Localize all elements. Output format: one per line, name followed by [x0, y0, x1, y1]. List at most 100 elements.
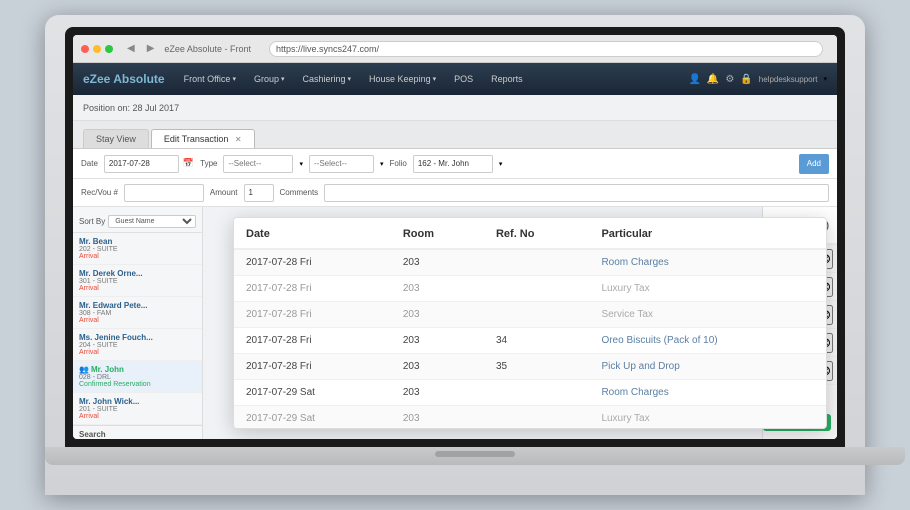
guest-name: Ms. Jenine Fouch... [79, 333, 196, 342]
cell-particular: Luxury Tax [589, 406, 826, 430]
nav-reports[interactable]: Reports [486, 72, 528, 86]
cell-particular: Oreo Biscuits (Pack of 10) [589, 328, 826, 354]
amount-input[interactable] [244, 184, 274, 202]
table-row[interactable]: 2017-07-28 Fri 203 Room Charges [234, 249, 826, 276]
table-header-row: Date Room Ref. No Particular [234, 218, 826, 249]
back-button[interactable]: ◀ [123, 42, 139, 55]
transaction-table: Date Room Ref. No Particular 2017-07-28 … [234, 218, 826, 429]
cell-date: 2017-07-28 Fri [234, 328, 391, 354]
nav-housekeeping[interactable]: House Keeping ▾ [364, 72, 441, 86]
col-particular: Particular [589, 218, 826, 249]
folio-input[interactable] [413, 155, 493, 173]
cell-refno [484, 380, 589, 406]
cell-date: 2017-07-28 Fri [234, 354, 391, 380]
add-button[interactable]: Add [799, 154, 829, 174]
cell-date: 2017-07-28 Fri [234, 249, 391, 276]
chevron-down-icon: ▾ [232, 75, 236, 83]
table-row[interactable]: 2017-07-28 Fri 203 35 Pick Up and Drop [234, 354, 826, 380]
cell-room: 203 [391, 354, 484, 380]
guest-item-edward[interactable]: Mr. Edward Pete... 308 - FAM Arrival [73, 297, 202, 329]
minimize-dot[interactable] [93, 45, 101, 53]
app-container: eZee Absolute Front Office ▾ Group ▾ Cas… [73, 63, 837, 439]
nav-group[interactable]: Group ▾ [249, 72, 290, 86]
cell-room: 203 [391, 406, 484, 430]
cell-refno [484, 406, 589, 430]
brand-logo: eZee Absolute [83, 72, 165, 86]
table-row[interactable]: 2017-07-29 Sat 203 Room Charges [234, 380, 826, 406]
select-input[interactable] [309, 155, 374, 173]
user-icon[interactable]: 👤 [688, 74, 700, 85]
amount-label: Amount [210, 188, 238, 197]
cell-refno [484, 302, 589, 328]
guest-room: 204 - SUITE [79, 342, 196, 349]
guest-name: Mr. John [91, 365, 124, 374]
top-navigation: eZee Absolute Front Office ▾ Group ▾ Cas… [73, 63, 837, 95]
sub-navigation: Position on: 28 Jul 2017 [73, 95, 837, 121]
cell-date: 2017-07-29 Sat [234, 406, 391, 430]
forward-button[interactable]: ▶ [143, 42, 159, 55]
guest-room: 308 - FAM [79, 310, 196, 317]
guest-name: Mr. Edward Pete... [79, 301, 196, 310]
cell-date: 2017-07-28 Fri [234, 276, 391, 302]
cell-room: 203 [391, 276, 484, 302]
guest-status: Arrival [79, 253, 196, 260]
sidebar-search: Search Filter by Term [73, 425, 202, 439]
select-arrow-icon: ▾ [380, 160, 384, 168]
type-input[interactable] [223, 155, 293, 173]
tabs-bar: Stay View Edit Transaction ✕ [73, 121, 837, 149]
cell-room: 203 [391, 249, 484, 276]
guest-name: Mr. Bean [79, 237, 196, 246]
type-arrow-icon: ▾ [299, 160, 303, 168]
table-row[interactable]: 2017-07-29 Sat 203 Luxury Tax [234, 406, 826, 430]
table-row[interactable]: 2017-07-28 Fri 203 34 Oreo Biscuits (Pac… [234, 328, 826, 354]
sort-select[interactable]: Guest Name [108, 215, 196, 228]
col-room: Room [391, 218, 484, 249]
sidebar-sort-row: Sort By Guest Name [73, 211, 202, 233]
url-text: https://live.syncs247.com/ [276, 44, 379, 54]
guest-status: Arrival [79, 413, 196, 420]
laptop-shell: ◀ ▶ eZee Absolute - Front https://live.s… [45, 15, 865, 495]
guest-name: Mr. John Wick... [79, 397, 196, 406]
cell-room: 203 [391, 302, 484, 328]
help-chevron-icon: ▾ [823, 75, 827, 83]
tab-stay-view[interactable]: Stay View [83, 129, 149, 148]
guest-item-john[interactable]: 👥 Mr. John 028 - DRL Confirmed Reservati… [73, 361, 202, 393]
nav-pos[interactable]: POS [449, 72, 478, 86]
cell-date: 2017-07-29 Sat [234, 380, 391, 406]
guest-item-johnwick[interactable]: Mr. John Wick... 201 - SUITE Arrival [73, 393, 202, 425]
guest-item-bean[interactable]: Mr. Bean 202 - SUITE Arrival [73, 233, 202, 265]
cell-room: 203 [391, 328, 484, 354]
folio-arrow-icon: ▾ [499, 160, 503, 168]
help-link[interactable]: helpdesksupport [759, 75, 818, 84]
recvou-input[interactable] [124, 184, 204, 202]
browser-chrome: ◀ ▶ eZee Absolute - Front https://live.s… [73, 35, 837, 63]
cell-refno [484, 249, 589, 276]
type-label: Type [200, 159, 217, 168]
guest-item-jenine[interactable]: Ms. Jenine Fouch... 204 - SUITE Arrival [73, 329, 202, 361]
address-bar[interactable]: https://live.syncs247.com/ [269, 41, 823, 57]
cell-particular: Service Tax [589, 302, 826, 328]
nav-front-office[interactable]: Front Office ▾ [179, 72, 241, 86]
table-row[interactable]: 2017-07-28 Fri 203 Service Tax [234, 302, 826, 328]
settings-icon[interactable]: ⚙ [725, 74, 734, 85]
comments-input[interactable] [324, 184, 829, 202]
guest-item-derek[interactable]: Mr. Derek Orne... 301 - SUITE Arrival [73, 265, 202, 297]
nav-cashiering[interactable]: Cashiering ▾ [297, 72, 356, 86]
laptop-screen: ◀ ▶ eZee Absolute - Front https://live.s… [73, 35, 837, 439]
lock-icon[interactable]: 🔒 [740, 74, 752, 85]
tab-close-icon[interactable]: ✕ [235, 135, 242, 144]
bell-icon[interactable]: 🔔 [707, 74, 719, 85]
table-row[interactable]: 2017-07-28 Fri 203 Luxury Tax [234, 276, 826, 302]
guest-room: 202 - SUITE [79, 246, 196, 253]
close-dot[interactable] [81, 45, 89, 53]
tab-edit-transaction[interactable]: Edit Transaction ✕ [151, 129, 255, 148]
calendar-icon[interactable]: 📅 [183, 158, 194, 169]
maximize-dot[interactable] [105, 45, 113, 53]
chevron-down-icon: ▾ [348, 75, 352, 83]
right-panel: Date Room Ref. No Particular 2017-07-28 … [203, 207, 837, 439]
main-content: Sort By Guest Name Mr. Bean 202 - SUITE … [73, 207, 837, 439]
date-input[interactable] [104, 155, 179, 173]
col-refno: Ref. No [484, 218, 589, 249]
folio-label: Folio [390, 159, 407, 168]
screen-bezel: ◀ ▶ eZee Absolute - Front https://live.s… [65, 27, 845, 447]
